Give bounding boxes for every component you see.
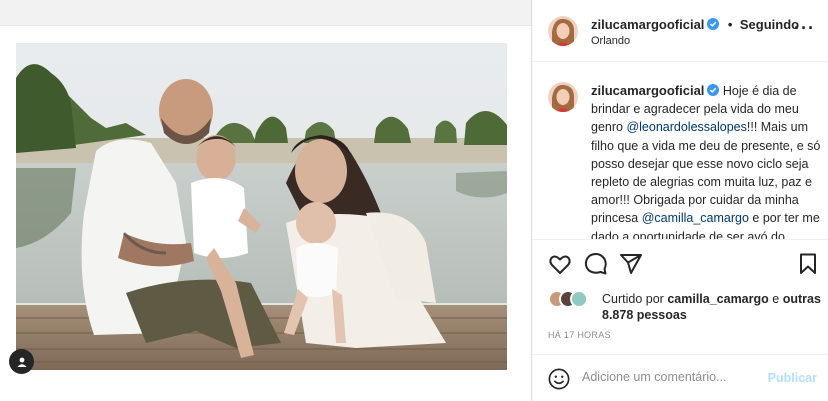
comment-bar: Publicar [532, 354, 828, 401]
post-photo[interactable] [16, 43, 507, 370]
header-user-line: zilucamargooficial • Seguindo [591, 16, 799, 34]
post-side-panel: zilucamargooficial • Seguindo Orlando ··… [531, 0, 828, 401]
action-bar [532, 248, 828, 280]
caption-text: zilucamargooficial Hoje é dia de brindar… [591, 82, 823, 239]
caption-username[interactable]: zilucamargooficial [591, 83, 704, 98]
share-icon[interactable] [619, 252, 643, 276]
likes-joiner: e [772, 292, 780, 306]
comment-icon[interactable] [584, 252, 608, 276]
caption-avatar[interactable] [548, 82, 578, 112]
separator-dot: • [727, 17, 733, 32]
avatar[interactable] [548, 16, 578, 46]
liker-username[interactable]: camilla_camargo [667, 292, 768, 306]
verified-badge-icon [707, 18, 720, 30]
publish-button[interactable]: Publicar [768, 371, 817, 385]
likes-prefix: Curtido por [602, 292, 664, 306]
bookmark-icon[interactable] [796, 252, 820, 276]
mention-link[interactable]: @camilla_camargo [642, 211, 749, 225]
mention-link[interactable]: @leonardolessalopes [626, 120, 746, 134]
family-photo-illustration [16, 43, 507, 370]
emoji-icon[interactable] [548, 368, 570, 390]
liker-avatars [548, 290, 598, 310]
more-options-icon[interactable]: ··· [794, 19, 815, 37]
following-button[interactable]: Seguindo [740, 17, 799, 32]
post-timestamp[interactable]: HÁ 17 HORAS [548, 330, 611, 340]
post-header: zilucamargooficial • Seguindo Orlando ··… [532, 0, 828, 62]
comment-input[interactable] [582, 370, 752, 384]
verified-badge-icon [707, 84, 720, 96]
likes-text: Curtido por camilla_camargo e outras 8.8… [602, 291, 822, 323]
top-strip [0, 0, 531, 26]
likes-summary: Curtido por camilla_camargo e outras 8.8… [548, 288, 821, 324]
caption-text-part-2: !!! Mais um filho que a vida me deu de p… [591, 120, 821, 226]
avatar[interactable] [570, 290, 588, 308]
post-media-area [0, 26, 531, 401]
location-link[interactable]: Orlando [591, 35, 630, 47]
header-username[interactable]: zilucamargooficial [591, 17, 704, 32]
heart-icon[interactable] [548, 252, 572, 276]
caption-area: zilucamargooficial Hoje é dia de brindar… [532, 62, 828, 240]
user-tag-icon[interactable] [9, 349, 34, 374]
